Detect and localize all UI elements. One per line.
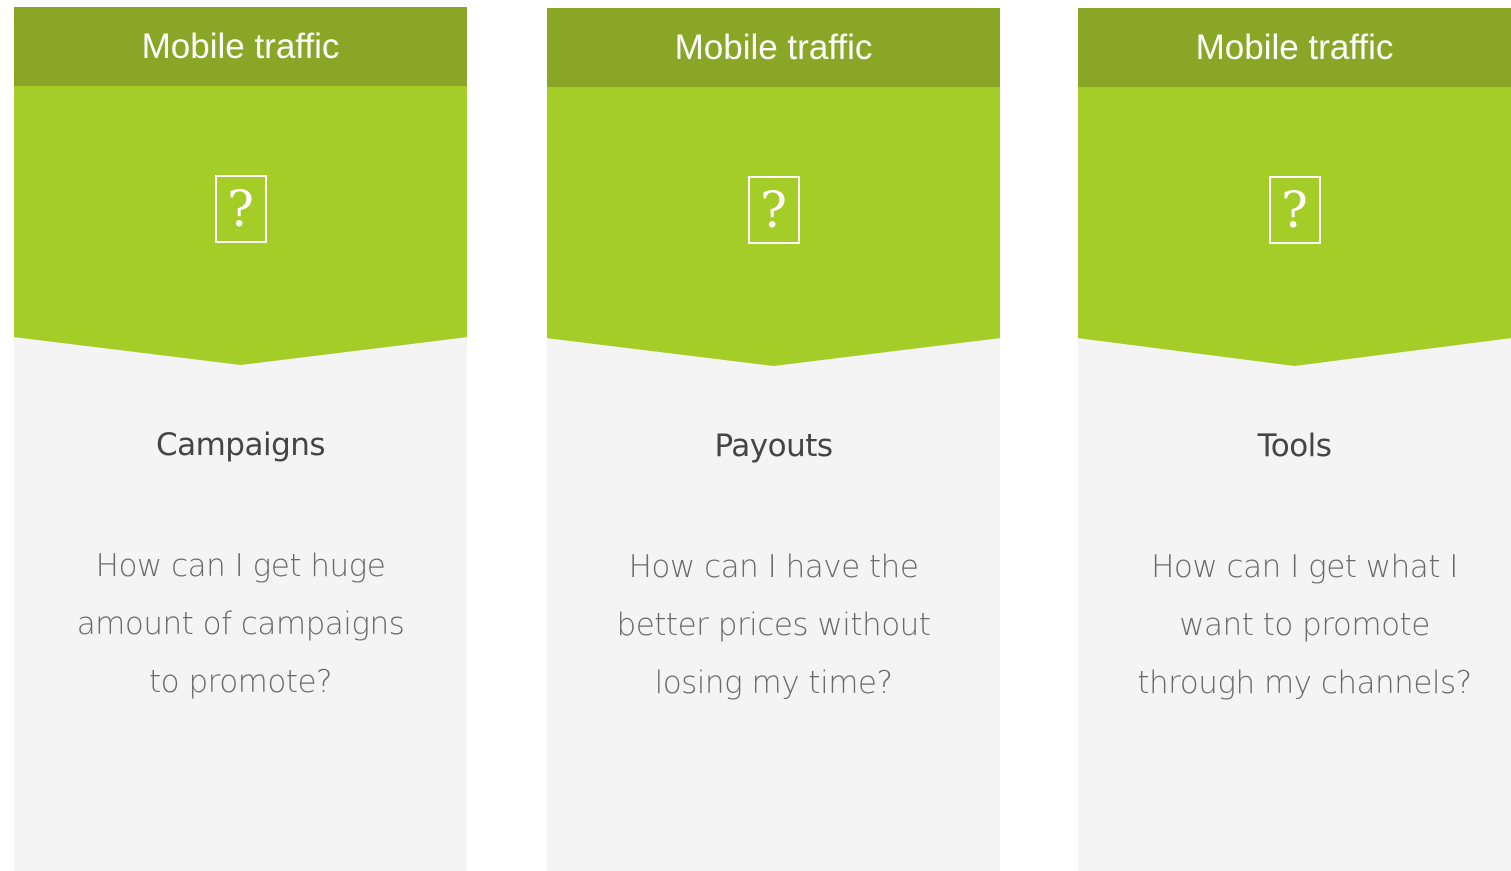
card-banner: ? (547, 87, 1000, 366)
question-mark-icon: ? (214, 175, 267, 243)
question-mark-icon: ? (747, 176, 800, 244)
card-header: Mobile traffic (1078, 8, 1511, 87)
card-header: Mobile traffic (547, 8, 1000, 87)
card-banner: ? (1078, 87, 1511, 366)
question-mark-icon: ? (1268, 176, 1321, 244)
card-title: Payouts (714, 428, 833, 464)
card-title: Campaigns (155, 427, 326, 463)
card-payouts: Mobile traffic ? Payouts How can I have … (547, 8, 1000, 871)
pricing-cards-section: Mobile traffic ? Campaigns How can I get… (0, 0, 1511, 871)
card-tools: Mobile traffic ? Tools How can I get wha… (1078, 8, 1511, 871)
card-banner: ? (14, 86, 467, 365)
card-title: Tools (1257, 428, 1332, 464)
card-description: How can I get huge amount of campaigns t… (76, 548, 405, 700)
card-description: How can I have the better prices without… (616, 549, 931, 701)
card-campaigns: Mobile traffic ? Campaigns How can I get… (14, 7, 467, 871)
card-description: How can I get what I want to promote thr… (1137, 549, 1472, 701)
card-header: Mobile traffic (14, 7, 467, 86)
